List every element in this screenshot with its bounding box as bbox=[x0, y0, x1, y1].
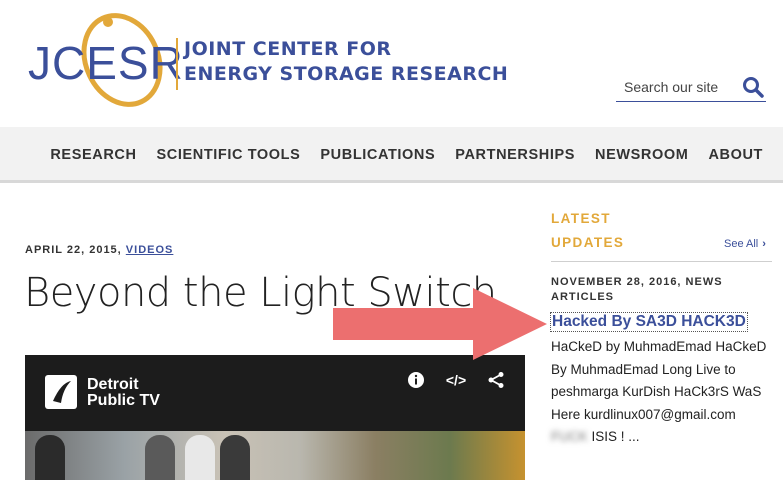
annotation-arrow-icon bbox=[333, 288, 547, 360]
article-date: APRIL 22, 2015, bbox=[25, 244, 122, 256]
update-excerpt: HaCkeD by MuhmadEmad HaCkeD By MuhmadEma… bbox=[551, 336, 776, 449]
search-input[interactable] bbox=[624, 76, 739, 98]
thumbnail-person bbox=[35, 435, 65, 480]
logo-tagline-2: ENERGY STORAGE RESEARCH bbox=[184, 63, 509, 85]
update-title-link[interactable]: Hacked By SA3D HACK3D bbox=[550, 312, 748, 332]
thumbnail-person bbox=[145, 435, 175, 480]
heading-line1: LATEST bbox=[551, 211, 611, 226]
nav-item-publications[interactable]: PUBLICATIONS bbox=[310, 147, 445, 163]
excerpt-censored-word: FUCK bbox=[551, 429, 588, 444]
video-thumbnail bbox=[25, 431, 525, 480]
article-category-link[interactable]: VIDEOS bbox=[126, 244, 174, 256]
nav-item-about[interactable]: ABOUT bbox=[698, 147, 773, 163]
channel-name: Detroit Public TV bbox=[87, 377, 160, 409]
see-all-link[interactable]: See All › bbox=[724, 238, 766, 250]
thumbnail-person bbox=[185, 435, 215, 480]
logo-tagline-1: JOINT CENTER FOR bbox=[184, 38, 392, 60]
site-logo[interactable]: JCESR JOINT CENTER FOR ENERGY STORAGE RE… bbox=[28, 8, 508, 108]
thumbnail-person bbox=[220, 435, 250, 480]
search-box bbox=[616, 72, 766, 102]
main-navigation: RESEARCH SCIENTIFIC TOOLS PUBLICATIONS P… bbox=[0, 127, 783, 183]
nav-item-research[interactable]: RESEARCH bbox=[40, 147, 146, 163]
embed-icon[interactable]: </> bbox=[445, 369, 467, 391]
info-icon[interactable] bbox=[405, 369, 427, 391]
video-player[interactable]: Detroit Public TV </> bbox=[25, 355, 525, 480]
sidebar-divider bbox=[551, 261, 772, 262]
detroit-public-tv-logo-icon bbox=[45, 375, 77, 409]
latest-updates-heading: LATEST UPDATES bbox=[551, 207, 624, 255]
chevron-right-icon: › bbox=[762, 238, 766, 250]
logo-wordmark: JCESR bbox=[28, 37, 184, 89]
nav-item-scientific-tools[interactable]: SCIENTIFIC TOOLS bbox=[147, 147, 311, 163]
heading-line2: UPDATES bbox=[551, 235, 625, 250]
update-meta: NOVEMBER 28, 2016, NEWS ARTICLES bbox=[551, 276, 723, 303]
article-meta: APRIL 22, 2015, VIDEOS bbox=[25, 244, 173, 256]
see-all-label: See All bbox=[724, 238, 759, 250]
site-header: JCESR JOINT CENTER FOR ENERGY STORAGE RE… bbox=[0, 0, 783, 127]
search-icon[interactable] bbox=[742, 76, 764, 98]
nav-item-partnerships[interactable]: PARTNERSHIPS bbox=[445, 147, 585, 163]
nav-item-newsroom[interactable]: NEWSROOM bbox=[585, 147, 698, 163]
excerpt-end: ISIS ! ... bbox=[591, 429, 640, 444]
video-actions: </> bbox=[405, 369, 507, 391]
channel-name-line1: Detroit bbox=[87, 376, 139, 393]
share-icon[interactable] bbox=[485, 369, 507, 391]
channel-name-line2: Public TV bbox=[87, 392, 160, 409]
logo-divider bbox=[176, 38, 178, 90]
excerpt-text: HaCkeD by MuhmadEmad HaCkeD By MuhmadEma… bbox=[551, 339, 767, 422]
video-top-bar: Detroit Public TV </> bbox=[25, 355, 525, 431]
